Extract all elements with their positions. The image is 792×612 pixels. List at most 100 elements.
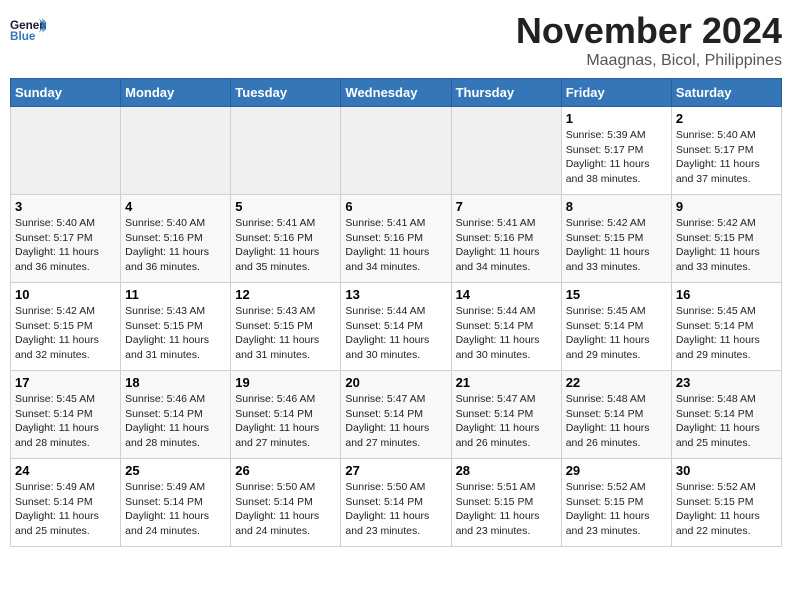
calendar-cell: 16 Sunrise: 5:45 AM Sunset: 5:14 PM Dayli… — [671, 283, 781, 371]
day-info: Sunrise: 5:44 AM Sunset: 5:14 PM Dayligh… — [345, 304, 446, 363]
week-row-5: 24 Sunrise: 5:49 AM Sunset: 5:14 PM Dayli… — [11, 459, 782, 547]
calendar-cell: 20 Sunrise: 5:47 AM Sunset: 5:14 PM Dayli… — [341, 371, 451, 459]
week-row-3: 10 Sunrise: 5:42 AM Sunset: 5:15 PM Dayli… — [11, 283, 782, 371]
day-number: 19 — [235, 375, 336, 390]
calendar-cell: 2 Sunrise: 5:40 AM Sunset: 5:17 PM Daylig… — [671, 107, 781, 195]
day-info: Sunrise: 5:46 AM Sunset: 5:14 PM Dayligh… — [125, 392, 226, 451]
calendar-cell — [341, 107, 451, 195]
day-number: 23 — [676, 375, 777, 390]
day-info: Sunrise: 5:42 AM Sunset: 5:15 PM Dayligh… — [566, 216, 667, 275]
calendar-cell — [11, 107, 121, 195]
day-info: Sunrise: 5:49 AM Sunset: 5:14 PM Dayligh… — [15, 480, 116, 539]
page-title: November 2024 — [516, 10, 782, 52]
calendar-header: SundayMondayTuesdayWednesdayThursdayFrid… — [11, 79, 782, 107]
day-info: Sunrise: 5:40 AM Sunset: 5:17 PM Dayligh… — [15, 216, 116, 275]
day-info: Sunrise: 5:41 AM Sunset: 5:16 PM Dayligh… — [456, 216, 557, 275]
day-info: Sunrise: 5:52 AM Sunset: 5:15 PM Dayligh… — [676, 480, 777, 539]
day-number: 1 — [566, 111, 667, 126]
calendar-cell: 9 Sunrise: 5:42 AM Sunset: 5:15 PM Daylig… — [671, 195, 781, 283]
day-info: Sunrise: 5:39 AM Sunset: 5:17 PM Dayligh… — [566, 128, 667, 187]
calendar-cell: 29Sunrise: 5:52 AM Sunset: 5:15 PM Dayli… — [561, 459, 671, 547]
day-number: 6 — [345, 199, 446, 214]
svg-text:Blue: Blue — [10, 30, 36, 43]
header-thursday: Thursday — [451, 79, 561, 107]
day-info: Sunrise: 5:45 AM Sunset: 5:14 PM Dayligh… — [566, 304, 667, 363]
day-number: 22 — [566, 375, 667, 390]
day-number: 17 — [15, 375, 116, 390]
day-info: Sunrise: 5:42 AM Sunset: 5:15 PM Dayligh… — [15, 304, 116, 363]
week-row-4: 17 Sunrise: 5:45 AM Sunset: 5:14 PM Dayli… — [11, 371, 782, 459]
calendar-cell: 30 Sunrise: 5:52 AM Sunset: 5:15 PM Dayli… — [671, 459, 781, 547]
day-number: 3 — [15, 199, 116, 214]
week-row-2: 3 Sunrise: 5:40 AM Sunset: 5:17 PM Daylig… — [11, 195, 782, 283]
day-info: Sunrise: 5:48 AM Sunset: 5:14 PM Dayligh… — [566, 392, 667, 451]
day-info: Sunrise: 5:41 AM Sunset: 5:16 PM Dayligh… — [345, 216, 446, 275]
calendar-body: 1 Sunrise: 5:39 AM Sunset: 5:17 PM Daylig… — [11, 107, 782, 547]
day-number: 27 — [345, 463, 446, 478]
calendar-cell: 10 Sunrise: 5:42 AM Sunset: 5:15 PM Dayli… — [11, 283, 121, 371]
calendar-cell: 17 Sunrise: 5:45 AM Sunset: 5:14 PM Dayli… — [11, 371, 121, 459]
day-number: 14 — [456, 287, 557, 302]
day-info: Sunrise: 5:46 AM Sunset: 5:14 PM Dayligh… — [235, 392, 336, 451]
calendar-cell — [451, 107, 561, 195]
day-number: 20 — [345, 375, 446, 390]
day-info: Sunrise: 5:42 AM Sunset: 5:15 PM Dayligh… — [676, 216, 777, 275]
day-number: 24 — [15, 463, 116, 478]
day-info: Sunrise: 5:50 AM Sunset: 5:14 PM Dayligh… — [235, 480, 336, 539]
day-number: 5 — [235, 199, 336, 214]
day-number: 10 — [15, 287, 116, 302]
day-number: 9 — [676, 199, 777, 214]
calendar-cell: 25Sunrise: 5:49 AM Sunset: 5:14 PM Dayli… — [121, 459, 231, 547]
header-wednesday: Wednesday — [341, 79, 451, 107]
calendar-cell: 22 Sunrise: 5:48 AM Sunset: 5:14 PM Dayli… — [561, 371, 671, 459]
calendar-cell: 27 Sunrise: 5:50 AM Sunset: 5:14 PM Dayli… — [341, 459, 451, 547]
day-number: 12 — [235, 287, 336, 302]
day-number: 13 — [345, 287, 446, 302]
day-number: 29 — [566, 463, 667, 478]
day-number: 2 — [676, 111, 777, 126]
day-number: 16 — [676, 287, 777, 302]
day-info: Sunrise: 5:48 AM Sunset: 5:14 PM Dayligh… — [676, 392, 777, 451]
day-info: Sunrise: 5:45 AM Sunset: 5:14 PM Dayligh… — [676, 304, 777, 363]
header-sunday: Sunday — [11, 79, 121, 107]
calendar-cell: 23 Sunrise: 5:48 AM Sunset: 5:14 PM Dayli… — [671, 371, 781, 459]
day-number: 8 — [566, 199, 667, 214]
day-number: 18 — [125, 375, 226, 390]
day-number: 15 — [566, 287, 667, 302]
calendar-table: SundayMondayTuesdayWednesdayThursdayFrid… — [10, 78, 782, 547]
day-info: Sunrise: 5:43 AM Sunset: 5:15 PM Dayligh… — [235, 304, 336, 363]
day-info: Sunrise: 5:40 AM Sunset: 5:17 PM Dayligh… — [676, 128, 777, 187]
calendar-cell: 4Sunrise: 5:40 AM Sunset: 5:16 PM Daylig… — [121, 195, 231, 283]
header-friday: Friday — [561, 79, 671, 107]
calendar-cell: 11Sunrise: 5:43 AM Sunset: 5:15 PM Dayli… — [121, 283, 231, 371]
day-info: Sunrise: 5:50 AM Sunset: 5:14 PM Dayligh… — [345, 480, 446, 539]
logo-icon: General Blue — [10, 16, 46, 44]
page-header: General Blue November 2024 Maagnas, Bico… — [10, 10, 782, 70]
calendar-cell: 21Sunrise: 5:47 AM Sunset: 5:14 PM Dayli… — [451, 371, 561, 459]
day-number: 30 — [676, 463, 777, 478]
calendar-cell: 28Sunrise: 5:51 AM Sunset: 5:15 PM Dayli… — [451, 459, 561, 547]
day-info: Sunrise: 5:49 AM Sunset: 5:14 PM Dayligh… — [125, 480, 226, 539]
page-subtitle: Maagnas, Bicol, Philippines — [516, 52, 782, 70]
calendar-cell: 3 Sunrise: 5:40 AM Sunset: 5:17 PM Daylig… — [11, 195, 121, 283]
calendar-cell: 15 Sunrise: 5:45 AM Sunset: 5:14 PM Dayli… — [561, 283, 671, 371]
header-tuesday: Tuesday — [231, 79, 341, 107]
calendar-cell — [231, 107, 341, 195]
calendar-cell: 26 Sunrise: 5:50 AM Sunset: 5:14 PM Dayli… — [231, 459, 341, 547]
calendar-cell: 18 Sunrise: 5:46 AM Sunset: 5:14 PM Dayli… — [121, 371, 231, 459]
calendar-cell: 12 Sunrise: 5:43 AM Sunset: 5:15 PM Dayli… — [231, 283, 341, 371]
calendar-cell: 5Sunrise: 5:41 AM Sunset: 5:16 PM Daylig… — [231, 195, 341, 283]
calendar-cell — [121, 107, 231, 195]
day-number: 28 — [456, 463, 557, 478]
day-info: Sunrise: 5:47 AM Sunset: 5:14 PM Dayligh… — [345, 392, 446, 451]
calendar-cell: 1 Sunrise: 5:39 AM Sunset: 5:17 PM Daylig… — [561, 107, 671, 195]
day-info: Sunrise: 5:45 AM Sunset: 5:14 PM Dayligh… — [15, 392, 116, 451]
day-number: 26 — [235, 463, 336, 478]
title-block: November 2024 Maagnas, Bicol, Philippine… — [516, 10, 782, 70]
calendar-cell: 24 Sunrise: 5:49 AM Sunset: 5:14 PM Dayli… — [11, 459, 121, 547]
calendar-cell: 19 Sunrise: 5:46 AM Sunset: 5:14 PM Dayli… — [231, 371, 341, 459]
calendar-cell: 7Sunrise: 5:41 AM Sunset: 5:16 PM Daylig… — [451, 195, 561, 283]
week-row-1: 1 Sunrise: 5:39 AM Sunset: 5:17 PM Daylig… — [11, 107, 782, 195]
logo: General Blue — [10, 16, 48, 44]
calendar-cell: 6 Sunrise: 5:41 AM Sunset: 5:16 PM Daylig… — [341, 195, 451, 283]
